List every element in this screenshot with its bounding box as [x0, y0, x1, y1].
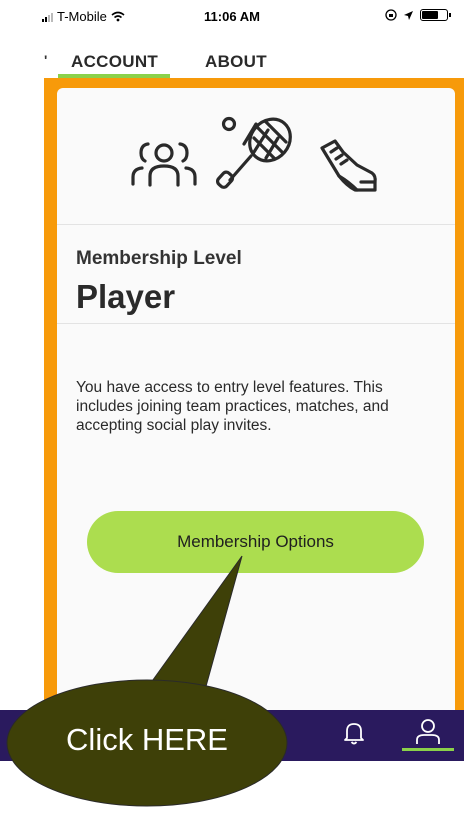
- click-here-text: Click HERE: [66, 722, 228, 757]
- click-here-callout: [6, 555, 288, 807]
